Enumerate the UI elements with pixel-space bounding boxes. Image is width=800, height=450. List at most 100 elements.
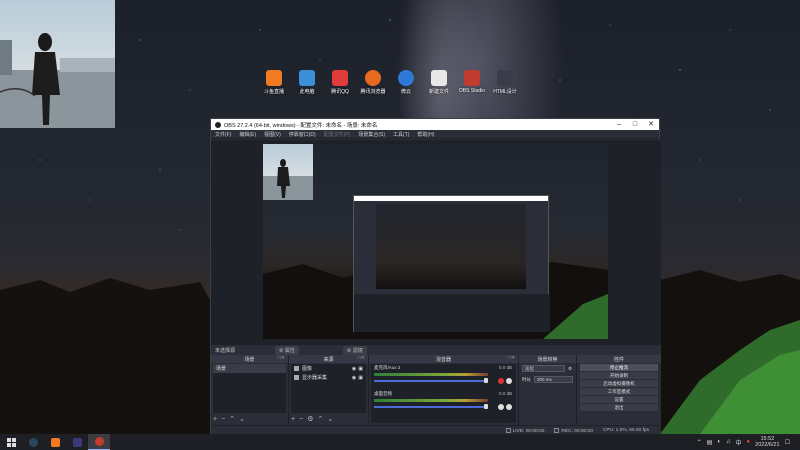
- menu-view[interactable]: 视图(V): [264, 131, 281, 138]
- settings-button[interactable]: 设置: [580, 396, 658, 403]
- duration-label: 时长: [522, 376, 531, 382]
- speaker-icon[interactable]: [498, 404, 504, 410]
- live-indicator-icon: [505, 427, 511, 433]
- maximize-icon[interactable]: □: [627, 119, 643, 130]
- preview-webcam-image: [263, 159, 313, 200]
- menu-tools[interactable]: 工具(T): [393, 131, 409, 138]
- dock-float-icon[interactable]: □✕: [358, 355, 365, 361]
- program-preview[interactable]: [263, 144, 608, 339]
- scenes-toolbar: + − ⌃ ⌄: [213, 414, 286, 424]
- remove-icon[interactable]: −: [221, 416, 225, 423]
- menu-docks[interactable]: 停靠窗口(D): [289, 131, 316, 138]
- volume-icon[interactable]: ♫: [726, 439, 731, 445]
- sources-dock-header: 来源 □✕: [289, 355, 368, 363]
- close-icon[interactable]: ✕: [643, 119, 659, 130]
- transitions-dock-title: 场景转换: [537, 356, 558, 363]
- lock-icon[interactable]: ▣: [358, 366, 363, 372]
- source-item-label: 显示器采集: [302, 375, 328, 381]
- start-virtual-camera-button[interactable]: 启动虚拟摄像机: [580, 380, 658, 387]
- remove-icon[interactable]: −: [299, 416, 303, 423]
- filters-button[interactable]: ⚙ 滤镜: [342, 345, 367, 355]
- menu-scene-collection[interactable]: 场景集合(S): [358, 131, 385, 138]
- move-up-icon[interactable]: ⌃: [317, 415, 323, 423]
- gear-icon[interactable]: ⚙: [567, 366, 573, 372]
- wifi-icon[interactable]: ◐: [717, 439, 721, 445]
- network-icon[interactable]: ▤: [707, 439, 713, 446]
- obs-titlebar[interactable]: OBS 27.2.4 (64-bit, windows) - 配置文件: 未命名…: [211, 119, 659, 130]
- channel-db: 0.0 dB: [498, 391, 512, 396]
- clock[interactable]: 15:52 2022/6/21: [755, 436, 779, 448]
- visibility-eye-icon[interactable]: ◉: [352, 366, 356, 372]
- scenes-dock-title: 场景: [244, 356, 255, 363]
- scenes-list: 场景: [213, 364, 286, 413]
- volume-slider[interactable]: [374, 406, 488, 408]
- gear-icon[interactable]: [506, 404, 512, 410]
- duration-input[interactable]: 300 ms: [534, 376, 573, 383]
- file-icon: [431, 70, 447, 86]
- move-down-icon[interactable]: ⌄: [239, 415, 245, 423]
- notification-icon[interactable]: ☐: [785, 439, 790, 446]
- volume-slider-knob[interactable]: [484, 378, 488, 383]
- properties-button[interactable]: ⚙ 属性: [275, 345, 299, 355]
- channel-name: 麦克风/Aux 2: [374, 365, 401, 370]
- desktop-icon-grid: 斗鱼直播 此电脑 腾讯QQ 腾讯浏览器 微云 新建文件 OBS Studio H…: [255, 70, 517, 115]
- taskbar-douyu[interactable]: [44, 434, 66, 450]
- controls-dock-header: 控件: [577, 355, 661, 363]
- move-up-icon[interactable]: ⌃: [229, 415, 235, 423]
- tray-chevron-icon[interactable]: ⌃: [697, 439, 702, 446]
- volume-slider[interactable]: [374, 380, 488, 382]
- dock-panels: 场景 □✕ 场景 + − ⌃ ⌄ 来源 □✕ 图像 ◉ ▣ 显示器采集 ◉ ▣ …: [211, 355, 661, 425]
- start-recording-button[interactable]: 开始录制: [580, 372, 658, 379]
- desktop-icon-html[interactable]: HTML设计: [486, 70, 524, 95]
- douyu-icon: [266, 70, 282, 86]
- dock-float-icon[interactable]: □✕: [508, 355, 515, 361]
- add-icon[interactable]: +: [213, 416, 217, 423]
- nested-obs-preview: [353, 195, 550, 332]
- muted-speaker-icon[interactable]: [498, 378, 504, 384]
- transition-duration-row: 时长 300 ms: [519, 374, 576, 385]
- taskbar-app[interactable]: [66, 434, 88, 450]
- obs-window: OBS 27.2.4 (64-bit, windows) - 配置文件: 未命名…: [210, 118, 661, 435]
- studio-mode-button[interactable]: 工作室模式: [580, 388, 658, 395]
- rec-time: REC: 00:00:00: [561, 428, 593, 434]
- html-icon: [497, 70, 513, 86]
- move-down-icon[interactable]: ⌄: [327, 415, 333, 423]
- menu-profile[interactable]: 配置文件(P): [324, 131, 351, 138]
- sources-dock: 来源 □✕ 图像 ◉ ▣ 显示器采集 ◉ ▣ + − ⚙ ⌃ ⌄: [289, 355, 369, 425]
- source-item-image[interactable]: 图像 ◉ ▣: [291, 364, 366, 373]
- dock-float-icon[interactable]: □✕: [278, 355, 285, 361]
- volume-slider-knob[interactable]: [484, 404, 488, 409]
- system-tray: ⌃ ▤ ◐ ♫ 中 ● 15:52 2022/6/21 ☐: [697, 434, 790, 450]
- lock-icon[interactable]: ▣: [358, 375, 363, 381]
- source-item-display[interactable]: 显示器采集 ◉ ▣: [291, 373, 366, 382]
- visibility-eye-icon[interactable]: ◉: [352, 375, 356, 381]
- gear-icon[interactable]: ⚙: [307, 415, 313, 423]
- nested-docks: [354, 294, 550, 332]
- transition-type-select[interactable]: 淡化: [522, 365, 565, 372]
- gear-icon[interactable]: [506, 378, 512, 384]
- ime-icon[interactable]: 中: [736, 438, 742, 447]
- app-icon: [72, 437, 82, 447]
- browser-icon: [365, 70, 381, 86]
- volume-meter: [374, 373, 488, 376]
- no-source-label: 未选择源: [215, 347, 236, 354]
- taskbar: ⌃ ▤ ◐ ♫ 中 ● 15:52 2022/6/21 ☐: [0, 434, 800, 450]
- minimize-icon[interactable]: –: [611, 119, 627, 130]
- add-icon[interactable]: +: [291, 416, 295, 423]
- live-status: LIVE: 00:00:00: [505, 427, 544, 433]
- antivirus-icon[interactable]: ●: [747, 439, 751, 445]
- scene-item[interactable]: 场景: [213, 364, 286, 373]
- taskbar-steam[interactable]: [22, 434, 44, 450]
- stop-streaming-button[interactable]: 停止推流: [580, 364, 658, 371]
- mixer-channels: 麦克风/Aux 2 0.0 dB 桌面音频 0.0 dB: [371, 364, 516, 423]
- sources-list: 图像 ◉ ▣ 显示器采集 ◉ ▣: [291, 364, 366, 413]
- start-button[interactable]: [0, 434, 22, 450]
- menu-file[interactable]: 文件(F): [215, 131, 231, 138]
- rec-indicator-icon: [554, 427, 560, 433]
- menu-edit[interactable]: 编辑(E): [239, 131, 256, 138]
- scenes-dock: 场景 □✕ 场景 + − ⌃ ⌄: [211, 355, 289, 425]
- taskbar-obs[interactable]: [88, 434, 110, 450]
- exit-button[interactable]: 退出: [580, 404, 658, 411]
- menu-help[interactable]: 帮助(H): [417, 131, 434, 138]
- sources-toolbar: + − ⚙ ⌃ ⌄: [291, 414, 366, 424]
